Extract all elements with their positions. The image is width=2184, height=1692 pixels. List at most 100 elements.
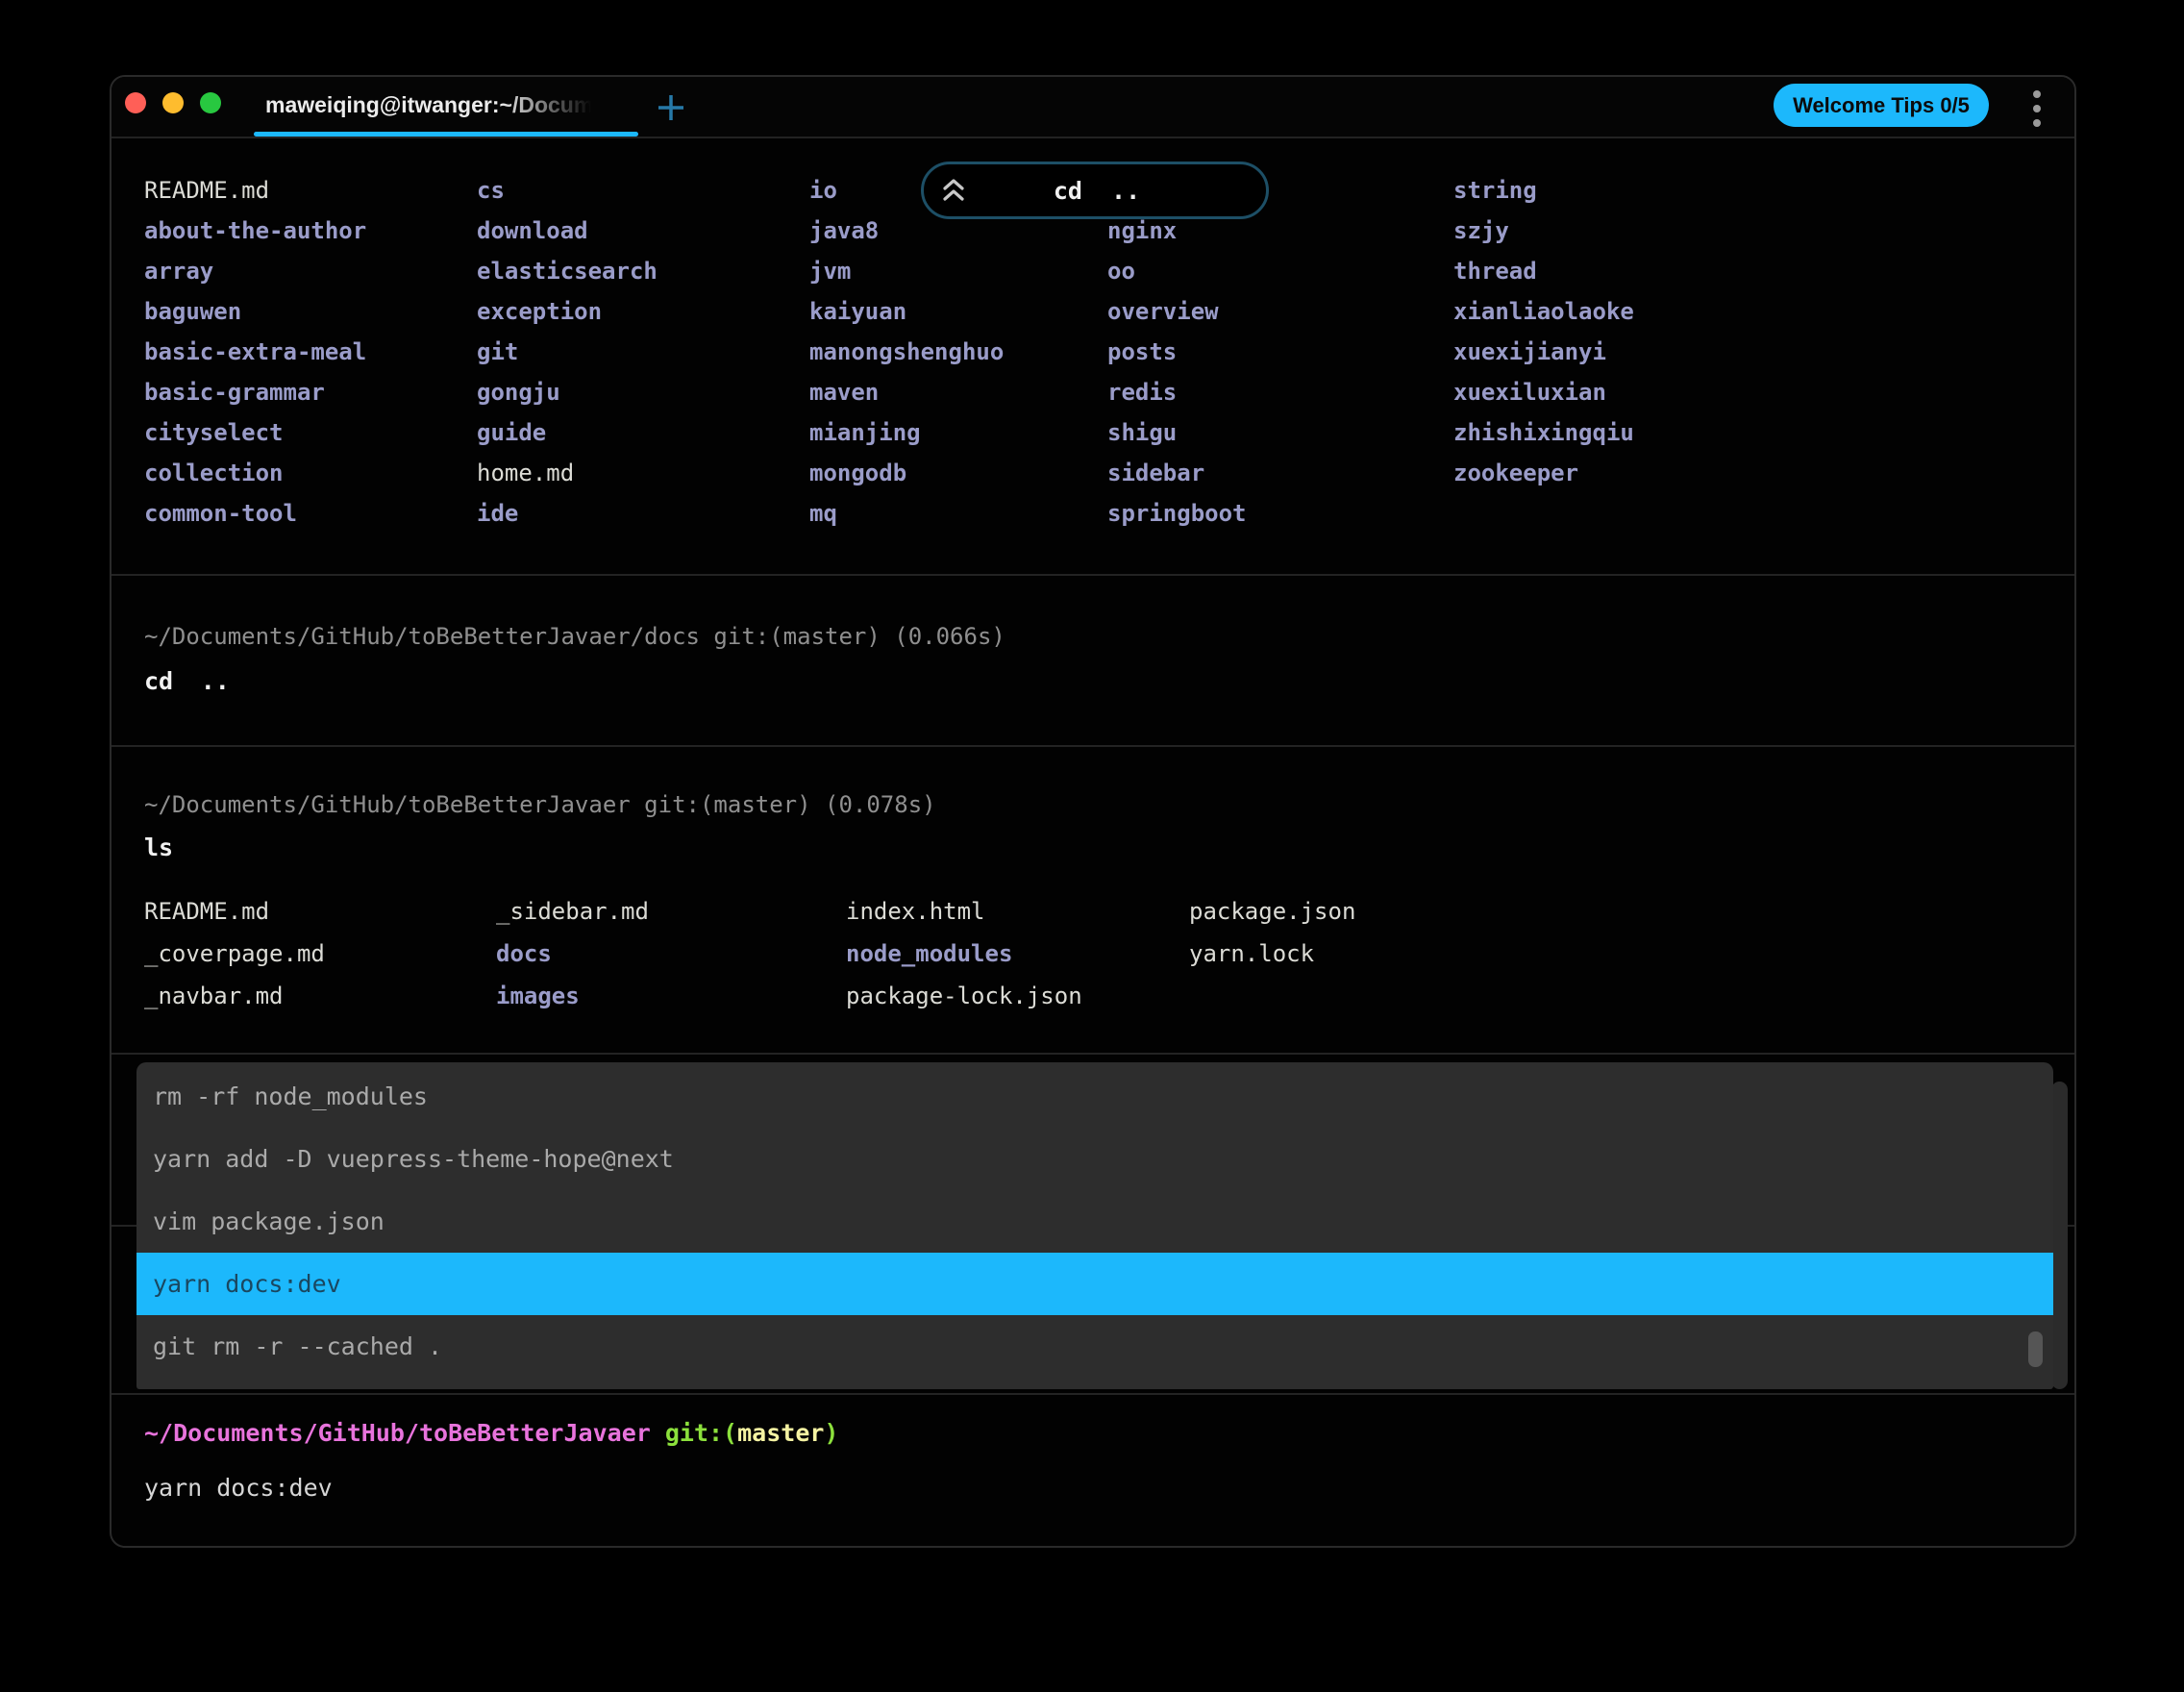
history-item[interactable]: vim package.json: [136, 1190, 2053, 1253]
kebab-menu-icon: [2033, 119, 2041, 127]
listing-column: io java8 jvm kaiyuan manongshenghuo maven mian…: [809, 170, 1004, 534]
prompt-context-line: ~/Documents/GitHub/toBeBetterJavaer/docs…: [144, 623, 1005, 650]
listing-item: maven: [809, 379, 880, 406]
listing-item: zookeeper: [1453, 460, 1579, 486]
listing-item: elasticsearch: [477, 258, 658, 285]
kebab-menu-icon: [2033, 105, 2041, 112]
listing-item: ide: [477, 500, 519, 527]
history-item-label: yarn docs:dev: [153, 1270, 341, 1298]
history-item[interactable]: git rm -r --cached .: [136, 1315, 2053, 1378]
listing-item: exception: [477, 298, 603, 325]
plus-icon: [658, 95, 683, 120]
listing-item: sidebar: [1107, 460, 1205, 486]
listing-item: kaiyuan: [809, 298, 907, 325]
welcome-tips-button[interactable]: Welcome Tips 0/5: [1774, 84, 1989, 127]
listing-item: oo: [1107, 258, 1135, 285]
sticky-command-text: cd ..: [1053, 176, 1141, 205]
listing-item: _sidebar.md: [496, 898, 649, 925]
prompt-git-branch: master: [737, 1419, 825, 1447]
listing-item: thread: [1453, 258, 1537, 285]
command-input[interactable]: yarn docs:dev: [144, 1474, 333, 1502]
block-divider: [112, 1393, 2074, 1395]
kebab-menu-icon: [2033, 90, 2041, 98]
history-item[interactable]: yarn add -D vuepress-theme-hope@next: [136, 1128, 2053, 1190]
zoom-window-button[interactable]: [200, 92, 221, 113]
history-item[interactable]: yarn docs:dev: [136, 1253, 2053, 1315]
block-divider: [112, 745, 2074, 747]
listing-item: git: [477, 338, 519, 365]
new-tab-button[interactable]: [654, 90, 688, 125]
tab-terminal[interactable]: maweiqing@itwanger:~/Docum: [254, 77, 638, 137]
listing-item: collection: [144, 460, 284, 486]
listing-column: package.json yarn.lock: [1189, 890, 1355, 975]
listing-item: cs: [477, 177, 505, 204]
listing-item: array: [144, 258, 214, 285]
history-item-label: rm -rf node_modules: [153, 1082, 428, 1110]
history-item-label: vim package.json: [153, 1207, 385, 1235]
command-line: ls: [144, 834, 174, 861]
listing-item: README.md: [144, 177, 270, 204]
listing-item: manongshenghuo: [809, 338, 1005, 365]
tab-title: maweiqing@itwanger:~/Docum: [265, 92, 594, 117]
listing-item: string: [1453, 177, 1537, 204]
minimize-window-button[interactable]: [162, 92, 184, 113]
listing-item: package.json: [1189, 898, 1356, 925]
listing-column: index.html node_modules package-lock.json: [846, 890, 1082, 1017]
sticky-command-pill[interactable]: cd ..: [921, 162, 1269, 219]
listing-item: _coverpage.md: [144, 940, 325, 967]
listing-item: _navbar.md: [144, 983, 284, 1009]
listing-item: mongodb: [809, 460, 907, 486]
listing-item: guide: [477, 419, 547, 446]
listing-item: cityselect: [144, 419, 284, 446]
chevrons-up-icon: [943, 179, 964, 201]
block-divider: [112, 574, 2074, 576]
listing-item: README.md: [144, 898, 270, 925]
listing-item: yarn.lock: [1189, 940, 1315, 967]
listing-item: xianliaolaoke: [1453, 298, 1634, 325]
listing-column: nginx oo overview posts redis shigu sidebar spr…: [1107, 211, 1247, 534]
overflow-menu-button[interactable]: [2023, 87, 2051, 130]
listing-item: package-lock.json: [846, 983, 1082, 1009]
menu-scrollbar-thumb[interactable]: [2028, 1331, 2043, 1367]
welcome-tips-label: Welcome Tips 0/5: [1793, 92, 1970, 117]
listing-item: mianjing: [809, 419, 921, 446]
listing-item: baguwen: [144, 298, 242, 325]
listing-item: redis: [1107, 379, 1178, 406]
history-item[interactable]: rm -rf node_modules: [136, 1065, 2053, 1128]
listing-item: basic-grammar: [144, 379, 325, 406]
listing-item: download: [477, 217, 588, 244]
block-divider: [112, 1053, 2074, 1055]
prompt-git-prefix: git:(: [650, 1419, 738, 1447]
listing-item: mq: [809, 500, 837, 527]
history-item-label: git rm -r --cached .: [153, 1332, 443, 1360]
terminal-window: maweiqing@itwanger:~/Docum Welcome Tips …: [110, 75, 2076, 1548]
listing-column: string szjy thread xianliaolaoke xuexijianyi…: [1453, 170, 1634, 493]
close-window-button[interactable]: [125, 92, 146, 113]
listing-column: README.md about-the-author array baguwen bas…: [144, 170, 366, 534]
listing-item: posts: [1107, 338, 1178, 365]
listing-item: springboot: [1107, 500, 1247, 527]
tab-bar: maweiqing@itwanger:~/Docum Welcome Tips …: [112, 77, 2074, 138]
shell-prompt: ~/Documents/GitHub/toBeBetterJavaer git:…: [144, 1419, 838, 1447]
listing-item: xuexijianyi: [1453, 338, 1606, 365]
prompt-git-suffix: ): [824, 1419, 839, 1447]
listing-item: jvm: [809, 258, 852, 285]
listing-item: node_modules: [846, 940, 1013, 967]
listing-item: shigu: [1107, 419, 1178, 446]
listing-item: overview: [1107, 298, 1219, 325]
listing-column: _sidebar.md docs images: [496, 890, 649, 1017]
listing-item: basic-extra-meal: [144, 338, 367, 365]
listing-item: about-the-author: [144, 217, 367, 244]
listing-item: images: [496, 983, 580, 1009]
command-line: cd ..: [144, 667, 230, 695]
window-scrollbar-thumb[interactable]: [2051, 1082, 2068, 1389]
listing-item: gongju: [477, 379, 560, 406]
listing-item: zhishixingqiu: [1453, 419, 1634, 446]
listing-item: index.html: [846, 898, 985, 925]
listing-column: cs download elasticsearch exception git gongj…: [477, 170, 658, 534]
listing-item: home.md: [477, 460, 575, 486]
active-tab-indicator: [254, 132, 638, 137]
listing-item: common-tool: [144, 500, 297, 527]
prompt-context-line: ~/Documents/GitHub/toBeBetterJavaer git:…: [144, 791, 936, 818]
command-history-menu: rm -rf node_modules yarn add -D vuepress…: [136, 1062, 2053, 1389]
